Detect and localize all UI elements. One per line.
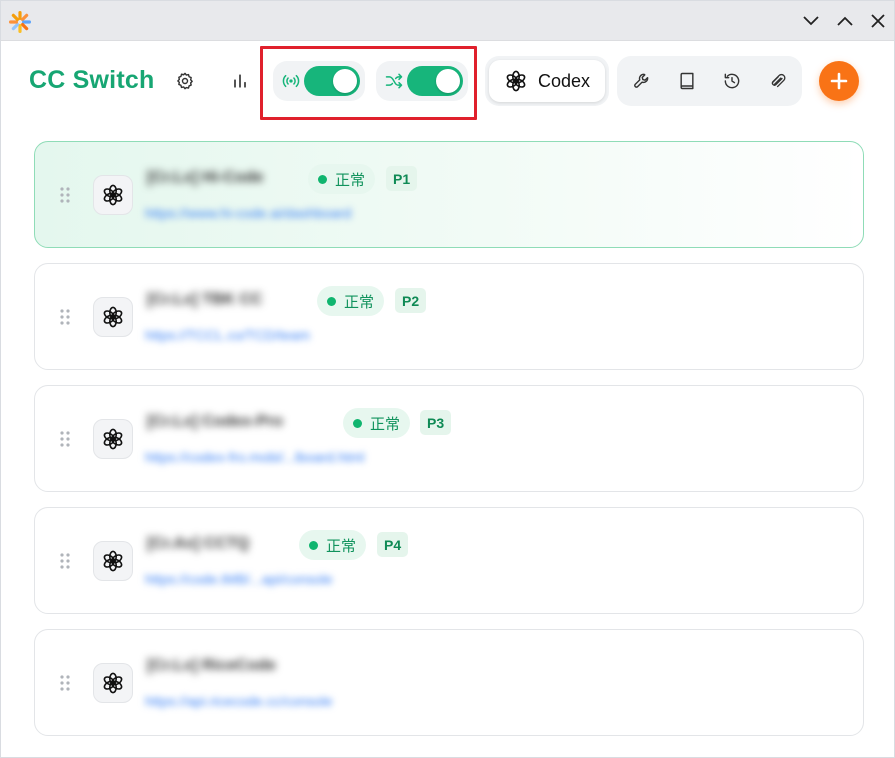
tools-button[interactable] bbox=[626, 65, 658, 97]
provider-url-link[interactable]: https://code.tMB/...api/console bbox=[145, 571, 333, 587]
drag-handle-icon[interactable] bbox=[59, 308, 71, 326]
chevron-up-icon bbox=[837, 16, 853, 26]
priority-badge: P1 bbox=[386, 166, 418, 191]
provider-name: [Cr.Lx] Hi-Code bbox=[147, 169, 264, 186]
priority-badge: P3 bbox=[420, 410, 452, 435]
maximize-button[interactable] bbox=[834, 10, 856, 32]
status-badge: 正常 bbox=[308, 164, 376, 194]
app-window: CC Switch Codex [Cr.Lx] Hi-Code 正常 P1 ht… bbox=[0, 0, 895, 758]
provider-card[interactable]: [Cr.Ax] CCTQ 正常 P4 https://code.tMB/...a… bbox=[34, 507, 864, 614]
status-dot bbox=[318, 174, 327, 184]
book-icon bbox=[680, 72, 694, 90]
status-text: 正常 bbox=[326, 537, 357, 555]
drag-handle-icon[interactable] bbox=[59, 430, 71, 448]
provider-card[interactable]: [Cr.Lx] TBK CC 正常 P2 https://TCCL.co/TCD… bbox=[34, 263, 864, 370]
wrench-icon bbox=[634, 73, 649, 88]
history-button[interactable] bbox=[716, 65, 748, 97]
app-logo-icon bbox=[8, 10, 32, 34]
drag-handle-icon[interactable] bbox=[59, 674, 71, 692]
app-tab-codex[interactable]: Codex bbox=[489, 60, 605, 102]
status-dot bbox=[327, 296, 336, 306]
provider-name: [Cr.Lx] RiceCode bbox=[147, 657, 276, 674]
gear-icon bbox=[177, 72, 193, 90]
usage-stats-button[interactable] bbox=[224, 65, 256, 97]
openai-icon bbox=[506, 70, 526, 92]
provider-name: [Cr.Ax] CCTQ bbox=[147, 535, 250, 552]
provider-name: [Cr.Lx] TBK CC bbox=[147, 291, 263, 308]
paperclip-icon bbox=[771, 73, 786, 88]
mcp-button[interactable] bbox=[761, 65, 793, 97]
minimize-button[interactable] bbox=[800, 10, 822, 32]
provider-card[interactable]: [Cr.Lx] Codex-Pro 正常 P3 https://codex-fr… bbox=[34, 385, 864, 492]
settings-button[interactable] bbox=[169, 65, 201, 97]
chevron-down-icon bbox=[803, 16, 819, 26]
provider-url-link[interactable]: https://www.hi-code.ai/dashboard bbox=[145, 205, 351, 221]
history-icon bbox=[724, 73, 740, 89]
tool-group bbox=[617, 56, 802, 106]
bar-chart-icon bbox=[234, 74, 246, 88]
add-provider-button[interactable] bbox=[819, 61, 859, 101]
app-selector: Codex bbox=[485, 56, 609, 106]
close-button[interactable] bbox=[867, 10, 889, 32]
plus-icon bbox=[830, 72, 848, 90]
status-dot bbox=[353, 418, 362, 428]
status-text: 正常 bbox=[335, 171, 366, 189]
provider-openai-icon bbox=[93, 419, 133, 459]
provider-openai-icon bbox=[93, 663, 133, 703]
status-text: 正常 bbox=[344, 293, 375, 311]
provider-url-link[interactable]: https://api.ricecode.cc/console bbox=[145, 693, 333, 709]
provider-card[interactable]: [Cr.Lx] Hi-Code 正常 P1 https://www.hi-cod… bbox=[34, 141, 864, 248]
status-badge: 正常 bbox=[317, 286, 385, 316]
provider-url-link[interactable]: https://TCCL.co/TCD/team bbox=[145, 327, 310, 343]
status-badge: 正常 bbox=[343, 408, 411, 438]
title-bar bbox=[1, 1, 894, 41]
status-text: 正常 bbox=[370, 415, 401, 433]
highlight-annotation-box bbox=[260, 46, 477, 120]
app-title: CC Switch bbox=[29, 66, 155, 94]
drag-handle-icon[interactable] bbox=[59, 552, 71, 570]
drag-handle-icon[interactable] bbox=[59, 186, 71, 204]
priority-badge: P4 bbox=[377, 532, 409, 557]
provider-openai-icon bbox=[93, 541, 133, 581]
provider-openai-icon bbox=[93, 175, 133, 215]
docs-button[interactable] bbox=[671, 65, 703, 97]
provider-url-link[interactable]: https://codex-fro.mobi/...lboard.html bbox=[145, 449, 364, 465]
close-icon bbox=[871, 14, 885, 28]
status-dot bbox=[309, 540, 318, 550]
priority-badge: P2 bbox=[395, 288, 427, 313]
provider-name: [Cr.Lx] Codex-Pro bbox=[147, 413, 284, 430]
provider-openai-icon bbox=[93, 297, 133, 337]
provider-card[interactable]: [Cr.Lx] RiceCode https://api.ricecode.cc… bbox=[34, 629, 864, 736]
app-tab-label: Codex bbox=[537, 70, 591, 91]
status-badge: 正常 bbox=[299, 530, 367, 560]
